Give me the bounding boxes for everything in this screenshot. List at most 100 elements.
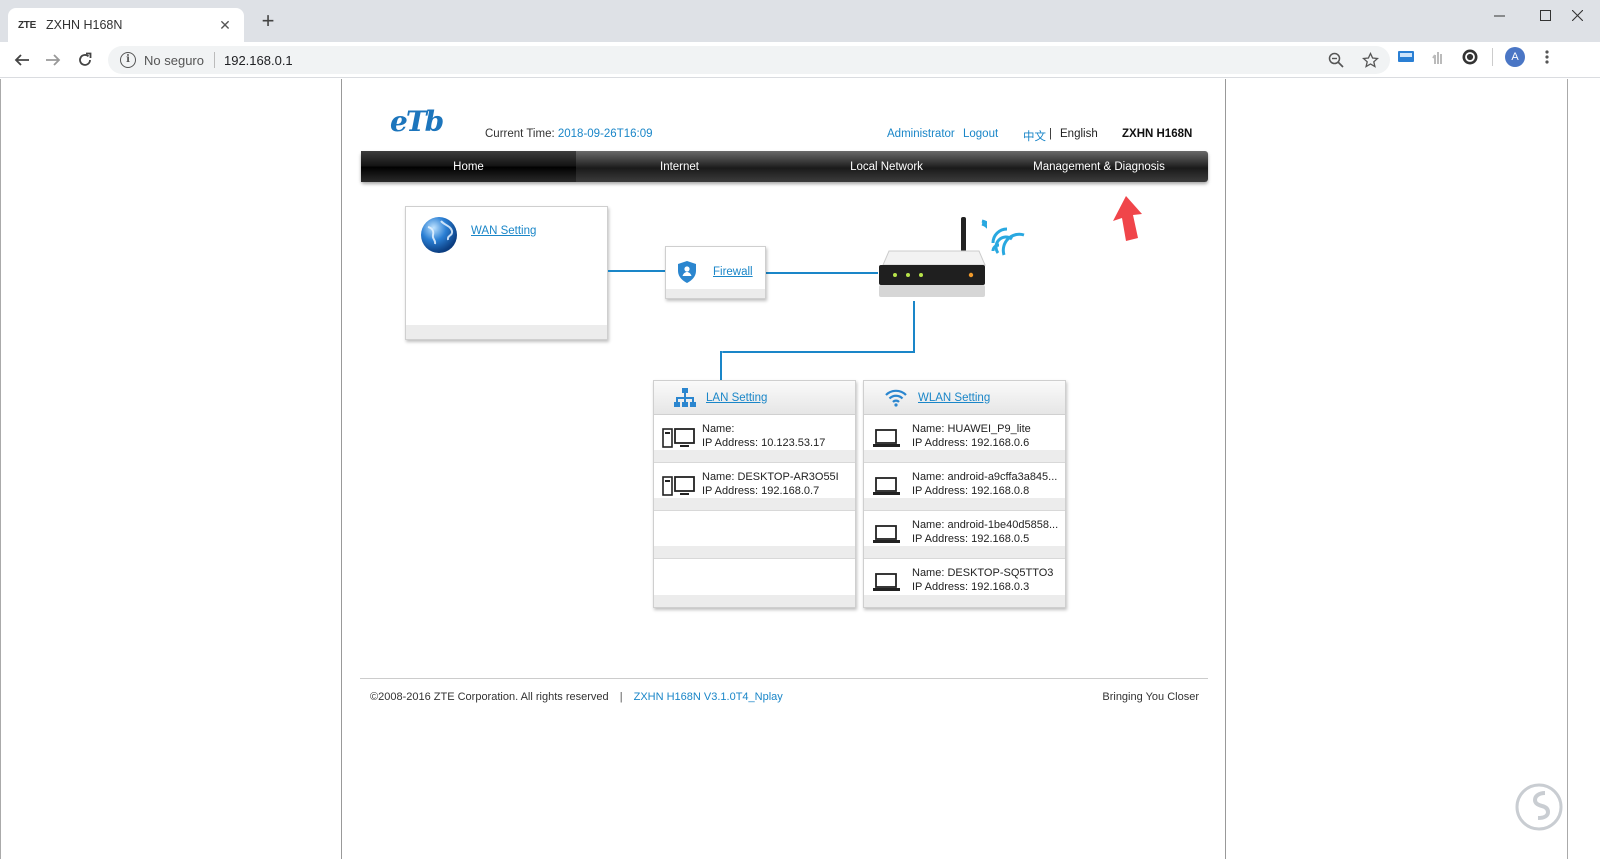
wlan-panel-header: WLAN Setting [864,381,1065,415]
device-ip: IP Address: 192.168.0.8 [912,485,1030,497]
nav-internet[interactable]: Internet [576,151,783,182]
lan-device-row[interactable]: Name: IP Address: 10.123.53.17 [654,415,855,463]
row-band [654,546,855,558]
lan-device-row[interactable]: Name: DESKTOP-AR3O55I IP Address: 192.16… [654,463,855,511]
bookmark-star-icon[interactable] [1360,50,1380,70]
firmware-version: ZXHN H168N V3.1.0T4_Nplay [633,691,783,703]
tab-favicon: ZTE [18,19,36,31]
close-window-icon[interactable] [1554,0,1600,30]
firewall-panel-footer [666,289,765,298]
router-down-wire [913,301,915,353]
device-ip: IP Address: 192.168.0.3 [912,581,1030,593]
cast-extension-icon[interactable] [1396,47,1416,67]
desktop-computer-icon [662,428,695,448]
desktop-computer-icon [662,476,695,496]
device-ip: IP Address: 192.168.0.7 [702,485,820,497]
footer-left: ©2008-2016 ZTE Corporation. All rights r… [370,691,783,703]
device-name: Name: DESKTOP-SQ5TTO3 [912,567,1054,579]
tab-close-icon[interactable]: ✕ [216,17,234,34]
nav-management-diagnosis[interactable]: Management & Diagnosis [990,151,1208,182]
address-bar[interactable]: i No seguro 192.168.0.1 [108,46,1390,74]
profile-avatar[interactable]: A [1505,47,1525,67]
device-ip: IP Address: 192.168.0.5 [912,533,1030,545]
tab-title: ZXHN H168N [46,18,123,32]
lan-panel-header: LAN Setting [654,381,855,415]
logout-link[interactable]: Logout [963,128,998,140]
info-icon[interactable]: i [120,52,136,68]
extensions-area: A [1396,47,1557,67]
row-band [864,595,1065,607]
lan-empty-row [654,559,855,607]
etb-logo: eTb [390,105,444,138]
wlan-device-info: Name: DESKTOP-SQ5TTO3 IP Address: 192.16… [912,566,1064,594]
annotation-arrow-icon [1113,196,1142,241]
laptop-icon [873,429,900,447]
lan-setting-link[interactable]: LAN Setting [706,392,767,404]
wlan-device-row[interactable]: Name: android-a9cffa3a845... IP Address:… [864,463,1065,511]
row-band [864,450,1065,462]
laptop-icon [873,573,900,591]
current-time-label: Current Time: [485,128,555,140]
watermark-logo-icon [1515,783,1563,831]
current-time: Current Time: 2018-09-26T16:09 [485,128,653,140]
wlan-device-row[interactable]: Name: HUAWEI_P9_lite IP Address: 192.168… [864,415,1065,463]
main-nav: Home Internet Local Network Management &… [361,151,1208,182]
device-name: Name: [702,423,735,435]
current-time-value: 2018-09-26T16:09 [557,128,653,140]
router-lan-wire [722,351,915,353]
security-label[interactable]: No seguro [144,53,204,68]
wlan-setting-link[interactable]: WLAN Setting [918,392,990,404]
device-ip: IP Address: 10.123.53.17 [702,437,826,449]
row-band [864,546,1065,558]
wan-setting-link[interactable]: WAN Setting [471,225,536,237]
url-divider [213,52,215,68]
laptop-icon [873,477,900,495]
lan-empty-row [654,511,855,559]
forward-icon[interactable] [40,47,66,73]
back-icon[interactable] [9,47,35,73]
lan-panel: LAN Setting Name: IP Address: 10.123.53.… [653,380,856,608]
nav-home[interactable]: Home [361,151,576,182]
wan-panel-footer [406,325,607,339]
row-band [654,450,855,462]
device-ip: IP Address: 192.168.0.6 [912,437,1030,449]
router-icon [879,217,987,297]
wan-firewall-wire [608,270,665,272]
browser-tab[interactable]: ZTE ZXHN H168N ✕ [8,8,244,42]
copyright-text: ©2008-2016 ZTE Corporation. All rights r… [370,691,609,703]
footer-divider [360,678,1208,679]
new-tab-button[interactable]: + [257,10,279,33]
url-text[interactable]: 192.168.0.1 [224,53,293,68]
firewall-router-wire [766,272,878,274]
zoom-icon[interactable] [1326,50,1346,70]
tab-strip: ZTE ZXHN H168N ✕ + [0,0,1600,42]
hand-extension-icon[interactable] [1428,47,1448,67]
wlan-device-info: Name: android-a9cffa3a845... IP Address:… [912,470,1064,498]
model-name: ZXHN H168N [1122,128,1193,140]
shield-icon [678,261,696,283]
kebab-menu-icon[interactable] [1537,47,1557,67]
lan-drop-wire [720,351,722,381]
row-band [654,498,855,510]
wlan-device-info: Name: HUAWEI_P9_lite IP Address: 192.168… [912,422,1064,450]
row-band [864,498,1065,510]
wlan-device-row[interactable]: Name: android-1be40d5858... IP Address: … [864,511,1065,559]
slogan: Bringing You Closer [1102,691,1199,703]
administrator-link[interactable]: Administrator [887,128,955,140]
wlan-device-row[interactable]: Name: DESKTOP-SQ5TTO3 IP Address: 192.16… [864,559,1065,607]
firewall-link[interactable]: Firewall [713,266,753,278]
row-band [654,595,855,607]
wlan-panel: WLAN Setting Name: HUAWEI_P9_lite IP Add… [863,380,1066,608]
device-name: Name: android-1be40d5858... [912,519,1059,531]
lang-separator: | [1049,128,1052,140]
device-name: Name: android-a9cffa3a845... [912,471,1058,483]
nav-local-network[interactable]: Local Network [783,151,990,182]
laptop-icon [873,525,900,543]
minimize-button[interactable] [1476,0,1522,30]
lang-english-link[interactable]: English [1060,128,1098,140]
toolbar-divider [1492,48,1493,66]
ghostery-extension-icon[interactable] [1460,47,1480,67]
firewall-panel: Firewall [665,246,766,299]
reload-icon[interactable] [72,47,98,73]
lang-chinese-link[interactable]: 中文 [1023,128,1046,144]
